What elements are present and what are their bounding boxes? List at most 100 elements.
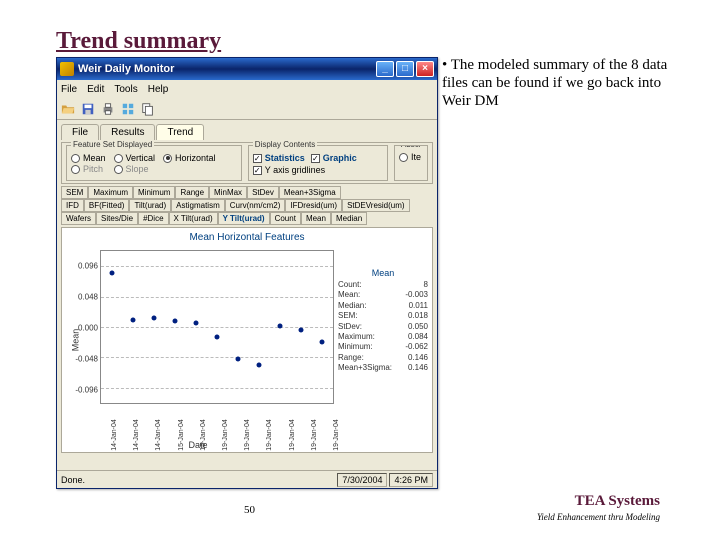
stats-row: Mean+3Sigma:0.146	[338, 363, 428, 373]
y-tick-label: 0.000	[72, 324, 98, 333]
data-tab--dice[interactable]: #Dice	[138, 212, 168, 225]
menu-file[interactable]: File	[61, 84, 77, 95]
display-contents-group: Display Contents ✓Statistics ✓Graphic ✓Y…	[248, 145, 388, 181]
y-tick-label: -0.048	[72, 355, 98, 364]
data-tab-mean-3sigma[interactable]: Mean+3Sigma	[279, 186, 341, 199]
display-contents-label: Display Contents	[253, 140, 317, 149]
page-number: 50	[244, 504, 255, 516]
stats-row: Maximum:0.084	[338, 332, 428, 342]
tab-file[interactable]: File	[61, 124, 99, 140]
data-point	[130, 318, 135, 323]
data-tab-range[interactable]: Range	[175, 186, 209, 199]
status-time: 4:26 PM	[389, 473, 433, 487]
data-point	[109, 271, 114, 276]
data-tab-sites-die[interactable]: Sites/Die	[96, 212, 138, 225]
x-tick-label: 14-Jan-04	[111, 419, 118, 451]
data-tabs-row2: IFDBF(Fitted)Tilt(urad)AstigmatismCurv(n…	[61, 199, 433, 212]
x-tick-label: 14-Jan-04	[155, 419, 162, 451]
data-tab-maximum[interactable]: Maximum	[88, 186, 133, 199]
plot-inner	[100, 250, 334, 404]
data-tab-count[interactable]: Count	[270, 212, 301, 225]
data-tab-wafers[interactable]: Wafers	[61, 212, 96, 225]
radio-vertical[interactable]: Vertical	[114, 153, 156, 163]
run-icon[interactable]	[119, 100, 137, 118]
app-icon	[60, 62, 74, 76]
x-tick-label: 19-Jan-04	[311, 419, 318, 451]
status-text: Done.	[61, 475, 335, 485]
data-tab-x-tilt-urad-[interactable]: X Tilt(urad)	[169, 212, 218, 225]
menu-help[interactable]: Help	[148, 84, 169, 95]
menubar: File Edit Tools Help	[57, 80, 437, 98]
data-point	[299, 328, 304, 333]
tab-results[interactable]: Results	[100, 124, 155, 140]
save-icon[interactable]	[79, 100, 97, 118]
radio-abscissa-ite[interactable]: Ite	[399, 152, 423, 162]
x-tick-label: 19-Jan-04	[333, 419, 340, 451]
data-point	[236, 356, 241, 361]
options-panel: Feature Set Displayed Mean Pitch Vertica…	[61, 142, 433, 184]
check-statistics[interactable]: ✓Statistics	[253, 153, 305, 163]
open-icon[interactable]	[59, 100, 77, 118]
data-tab-median[interactable]: Median	[331, 212, 367, 225]
data-tab-sem[interactable]: SEM	[61, 186, 88, 199]
data-tab-ifd[interactable]: IFD	[61, 199, 84, 212]
radio-horizontal[interactable]: Horizontal	[163, 153, 216, 163]
tab-trend[interactable]: Trend	[156, 124, 204, 140]
data-tab-stdev[interactable]: StDev	[247, 186, 279, 199]
x-tick-label: 19-Jan-04	[289, 419, 296, 451]
close-button[interactable]: ×	[416, 61, 434, 77]
radio-pitch[interactable]: Pitch	[71, 164, 106, 174]
data-tab-minmax[interactable]: MinMax	[209, 186, 247, 199]
gridline	[101, 327, 333, 328]
data-tab-ifdresid-um-[interactable]: IFDresid(um)	[285, 199, 342, 212]
data-tab-curv-nm-cm2-[interactable]: Curv(nm/cm2)	[225, 199, 286, 212]
minimize-button[interactable]: _	[376, 61, 394, 77]
stats-row: Minimum:-0.062	[338, 342, 428, 352]
data-tabs-row1: SEMMaximumMinimumRangeMinMaxStDevMean+3S…	[61, 186, 433, 199]
stats-row: SEM:0.018	[338, 311, 428, 321]
x-tick-label: 14-Jan-04	[133, 419, 140, 451]
y-tick-label: -0.096	[72, 386, 98, 395]
radio-mean[interactable]: Mean	[71, 153, 106, 163]
check-ygrid[interactable]: ✓Y axis gridlines	[253, 165, 383, 175]
data-tab-stdevresid-um-[interactable]: StDEVresid(um)	[342, 199, 410, 212]
data-tab-y-tilt-urad-[interactable]: Y Tilt(urad)	[218, 212, 270, 225]
x-tick-label: 15-Jan-04	[178, 419, 185, 451]
data-point	[257, 363, 262, 368]
data-tab-tilt-urad-[interactable]: Tilt(urad)	[129, 199, 171, 212]
radio-slope[interactable]: Slope	[114, 164, 156, 174]
status-date: 7/30/2004	[337, 473, 387, 487]
stats-row: Range:0.146	[338, 353, 428, 363]
data-tab-minimum[interactable]: Minimum	[133, 186, 175, 199]
stats-row: Count:8	[338, 280, 428, 290]
feature-set-group: Feature Set Displayed Mean Pitch Vertica…	[66, 145, 242, 181]
check-graphic[interactable]: ✓Graphic	[311, 153, 357, 163]
x-tick-label: 19-Jan-04	[222, 419, 229, 451]
data-point	[320, 340, 325, 345]
x-tick-label: 15-Jan-04	[200, 419, 207, 451]
stats-legend: Mean Count:8Mean:-0.003Median:0.011SEM:0…	[338, 268, 428, 374]
data-point	[278, 323, 283, 328]
stats-row: Median:0.011	[338, 301, 428, 311]
titlebar[interactable]: Weir Daily Monitor _ □ ×	[57, 58, 437, 80]
copy-icon[interactable]	[139, 100, 157, 118]
gridline	[101, 357, 333, 358]
data-point	[151, 315, 156, 320]
gridline	[101, 388, 333, 389]
data-tab-bf-fitted-[interactable]: BF(Fitted)	[84, 199, 130, 212]
stats-row: StDev:0.050	[338, 322, 428, 332]
print-icon[interactable]	[99, 100, 117, 118]
maximize-button[interactable]: □	[396, 61, 414, 77]
data-tab-mean[interactable]: Mean	[301, 212, 331, 225]
view-tabs: File Results Trend	[57, 120, 437, 140]
menu-edit[interactable]: Edit	[87, 84, 104, 95]
menu-tools[interactable]: Tools	[114, 84, 137, 95]
statusbar: Done. 7/30/2004 4:26 PM	[57, 470, 437, 488]
data-tab-astigmatism[interactable]: Astigmatism	[171, 199, 225, 212]
data-tabs-row3: WafersSites/Die#DiceX Tilt(urad)Y Tilt(u…	[61, 212, 433, 225]
chart-area: Mean Horizontal Features Mean Date 0.096…	[61, 227, 433, 453]
abscissa-label: Absci	[399, 145, 423, 149]
abscissa-group: Absci Ite	[394, 145, 428, 181]
gridline	[101, 297, 333, 298]
window-title: Weir Daily Monitor	[78, 63, 374, 75]
